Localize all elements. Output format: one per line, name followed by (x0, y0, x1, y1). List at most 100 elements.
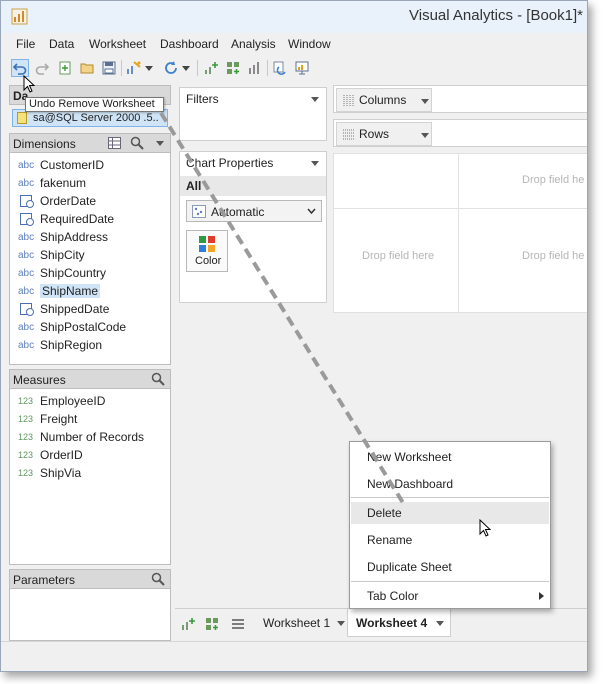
title-bar: Visual Analytics - [Book1]* (1, 1, 587, 33)
menu-tab-color[interactable]: Tab Color (351, 585, 549, 607)
open-icon[interactable] (78, 59, 96, 77)
columns-shelf[interactable]: Columns (333, 85, 587, 113)
columns-icon (343, 95, 354, 107)
refresh-icon[interactable] (162, 59, 180, 77)
mark-type-icon (192, 205, 206, 218)
add-worksheet-icon[interactable] (181, 617, 195, 631)
menu-analysis[interactable]: Analysis (231, 37, 276, 51)
search-icon[interactable] (151, 572, 165, 586)
menu-new-dashboard[interactable]: New Dashboard (351, 473, 549, 495)
dimension-field[interactable]: OrderDate (18, 193, 96, 209)
menu-file[interactable]: File (16, 37, 35, 51)
menu-window[interactable]: Window (288, 37, 331, 51)
dimensions-header: Dimensions (9, 133, 171, 153)
dimension-field[interactable]: RequiredDate (18, 211, 114, 227)
presentation-icon[interactable] (293, 59, 311, 77)
add-dashboard-icon[interactable] (205, 617, 219, 631)
dimension-field[interactable]: abc ShipCity (18, 247, 85, 263)
measure-field[interactable]: 123 EmployeeID (18, 393, 105, 409)
sheet-tab-bar: Worksheet 1 Worksheet 4 (175, 608, 587, 638)
chevron-down-icon[interactable] (156, 141, 164, 146)
dimension-field[interactable]: abc CustomerID (18, 157, 104, 173)
tab-worksheet-1[interactable]: Worksheet 1 (255, 609, 345, 637)
measures-header: Measures (9, 369, 171, 389)
tab-all[interactable]: All (180, 176, 326, 196)
menu-rename[interactable]: Rename (351, 529, 549, 551)
chart-properties-header: Chart Properties (186, 156, 274, 170)
filters-header: Filters (186, 92, 219, 106)
rows-shelf-label: Rows (336, 122, 432, 146)
menu-bar: File Data Worksheet Dashboard Analysis W… (1, 35, 587, 55)
date-type-icon (20, 213, 34, 226)
mark-type-select[interactable]: Automatic (186, 200, 322, 222)
dimension-field-selected[interactable]: abc ShipName (18, 283, 101, 299)
mouse-pointer-icon (23, 75, 35, 93)
app-window: Visual Analytics - [Book1]* File Data Wo… (0, 0, 588, 672)
dimension-field[interactable]: ShippedDate (18, 301, 109, 317)
menu-duplicate-sheet[interactable]: Duplicate Sheet (351, 556, 549, 578)
sheet-context-menu: New Worksheet New Dashboard Delete Renam… (349, 441, 551, 609)
auto-chart-icon[interactable] (125, 59, 143, 77)
dimensions-list: abc CustomerID abc fakenum OrderDate Requi… (9, 153, 171, 365)
sheet-list-icon[interactable] (231, 617, 245, 631)
filters-panel: Filters (179, 87, 327, 141)
text-type-icon: abc (18, 177, 35, 189)
measure-field[interactable]: 123 ShipVia (18, 465, 81, 481)
menu-new-worksheet[interactable]: New Worksheet (351, 446, 549, 468)
dimension-field[interactable]: abc ShipPostalCode (18, 319, 126, 335)
chevron-down-icon[interactable] (421, 133, 429, 138)
menu-worksheet[interactable]: Worksheet (89, 37, 146, 51)
window-title: Visual Analytics - [Book1]* (409, 7, 583, 24)
date-type-icon (20, 303, 34, 316)
chevron-down-icon[interactable] (311, 97, 319, 102)
dimension-field[interactable]: abc ShipAddress (18, 229, 108, 245)
add-measure-icon[interactable] (224, 59, 242, 77)
color-button[interactable]: Color (186, 230, 228, 272)
measure-field[interactable]: 123 OrderID (18, 447, 83, 463)
menu-data[interactable]: Data (49, 37, 74, 51)
number-type-icon: 123 (18, 468, 34, 478)
chevron-down-icon[interactable] (421, 99, 429, 104)
chevron-down-icon[interactable] (337, 621, 345, 626)
drop-zone-right[interactable]: Drop field he (522, 250, 584, 262)
text-type-icon: abc (18, 321, 35, 333)
color-palette-icon (199, 236, 215, 252)
menu-delete[interactable]: Delete (351, 502, 549, 524)
measure-field[interactable]: 123 Number of Records (18, 429, 144, 445)
number-type-icon: 123 (18, 414, 34, 424)
chevron-down-icon[interactable] (311, 161, 319, 166)
text-type-icon: abc (18, 267, 35, 279)
parameters-list (9, 589, 171, 641)
rows-shelf[interactable]: Rows (333, 119, 587, 147)
text-type-icon: abc (18, 339, 35, 351)
chevron-down-icon[interactable] (181, 59, 191, 77)
status-bar (1, 641, 587, 671)
dimension-field[interactable]: abc ShipCountry (18, 265, 106, 281)
calculated-number-icon: 123 (18, 432, 34, 442)
search-icon[interactable] (130, 136, 144, 150)
drop-zone-left[interactable]: Drop field here (362, 250, 434, 262)
text-type-icon: abc (18, 249, 35, 261)
drop-zone-top-right[interactable]: Drop field he (522, 174, 584, 186)
search-icon[interactable] (151, 372, 165, 386)
chevron-right-icon (539, 592, 544, 600)
tab-worksheet-4[interactable]: Worksheet 4 (347, 609, 451, 637)
chevron-down-icon[interactable] (144, 59, 154, 77)
chevron-down-icon (307, 208, 316, 214)
dimension-field[interactable]: abc ShipRegion (18, 337, 102, 353)
table-view-icon[interactable] (108, 137, 121, 149)
text-type-icon: abc (18, 285, 35, 297)
menu-dashboard[interactable]: Dashboard (160, 37, 219, 51)
data-panel: Da sa@SQL Server 2000 .5.. Dimensions ab… (9, 85, 171, 641)
dimension-field[interactable]: abc fakenum (18, 175, 86, 191)
chevron-down-icon[interactable] (436, 621, 444, 626)
new-worksheet-icon[interactable] (56, 59, 74, 77)
undo-tooltip: Undo Remove Worksheet (25, 97, 164, 112)
save-icon[interactable] (100, 59, 118, 77)
add-field-icon[interactable] (202, 59, 220, 77)
chart-sort-icon[interactable] (246, 59, 264, 77)
chart-canvas[interactable]: Drop field he Drop field here Drop field… (333, 153, 587, 313)
redo-icon[interactable] (33, 59, 51, 77)
filter-icon[interactable] (271, 59, 289, 77)
measure-field[interactable]: 123 Freight (18, 411, 77, 427)
